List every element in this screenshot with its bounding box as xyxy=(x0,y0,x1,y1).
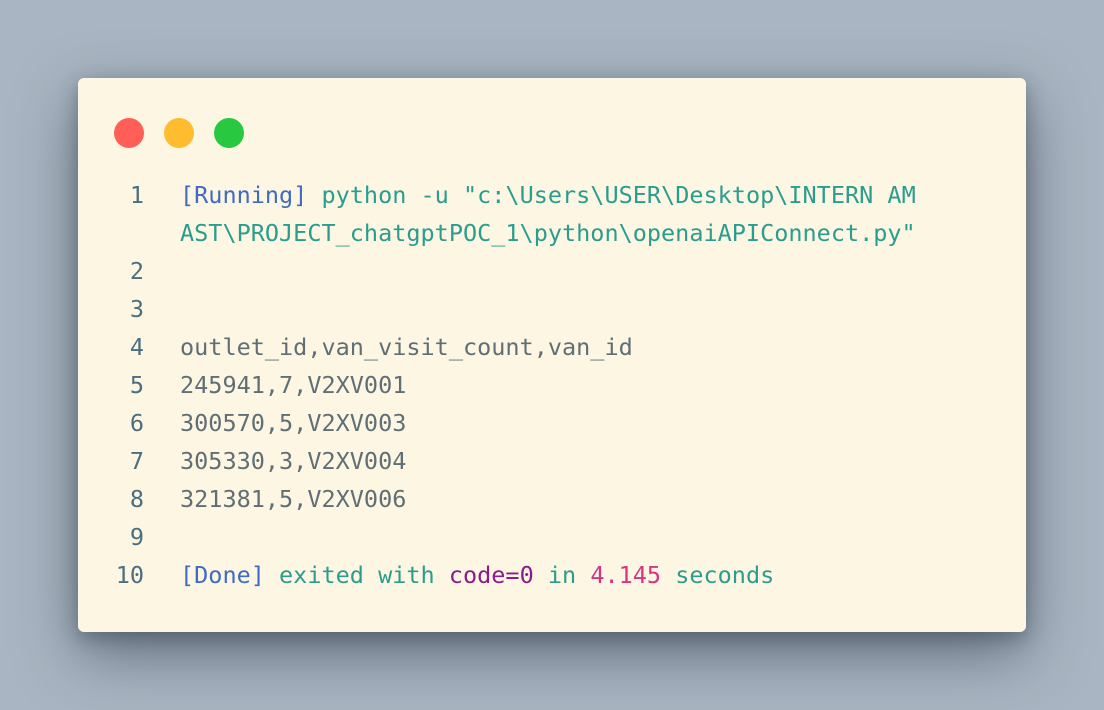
done-status: [Done] exited with code=0 in 4.145 secon… xyxy=(180,556,774,594)
output-line: 10 [Done] exited with code=0 in 4.145 se… xyxy=(78,556,1026,594)
run-command: [Running] python -u "c:\Users\USER\Deskt… xyxy=(180,176,916,252)
output-line: 6 300570,5,V2XV003 xyxy=(78,404,1026,442)
duration-value: 4.145 xyxy=(590,561,662,589)
output-line: 7 305330,3,V2XV004 xyxy=(78,442,1026,480)
output-line: 2 xyxy=(78,252,1026,290)
output-line: 8 321381,5,V2XV006 xyxy=(78,480,1026,518)
minimize-button[interactable] xyxy=(164,118,194,148)
csv-header: outlet_id,van_visit_count,van_id xyxy=(180,333,633,361)
line-number: 5 xyxy=(129,371,144,399)
output-line: 1 [Running] python -u "c:\Users\USER\Des… xyxy=(78,176,1026,252)
csv-row: 305330,3,V2XV004 xyxy=(180,447,407,475)
line-number: 2 xyxy=(129,257,144,285)
line-number: 9 xyxy=(129,523,144,551)
csv-row: 300570,5,V2XV003 xyxy=(180,409,407,437)
line-number: 1 xyxy=(129,181,144,209)
line-number: 6 xyxy=(129,409,144,437)
line-number: 7 xyxy=(129,447,144,475)
line-number: 10 xyxy=(115,561,144,589)
window-controls xyxy=(114,118,244,148)
seconds-text: seconds xyxy=(661,561,775,589)
in-text: in xyxy=(533,561,591,589)
output-line: 9 xyxy=(78,518,1026,556)
output-panel: 1 [Running] python -u "c:\Users\USER\Des… xyxy=(78,176,1026,594)
running-tag: [Running] xyxy=(180,181,308,209)
maximize-button[interactable] xyxy=(214,118,244,148)
terminal-window: 1 [Running] python -u "c:\Users\USER\Des… xyxy=(78,78,1026,632)
csv-row: 321381,5,V2XV006 xyxy=(180,485,407,513)
output-line: 5 245941,7,V2XV001 xyxy=(78,366,1026,404)
output-line: 3 xyxy=(78,290,1026,328)
exited-text: exited with xyxy=(264,561,449,589)
exit-code: code=0 xyxy=(448,561,534,589)
line-number: 8 xyxy=(129,485,144,513)
line-number: 4 xyxy=(129,333,144,361)
command-text-2: AST\PROJECT_chatgptPOC_1\python\openaiAP… xyxy=(180,219,916,247)
command-text-1: python -u "c:\Users\USER\Desktop\INTERN … xyxy=(307,181,916,209)
done-tag: [Done] xyxy=(180,561,265,589)
output-line: 4 outlet_id,van_visit_count,van_id xyxy=(78,328,1026,366)
csv-row: 245941,7,V2XV001 xyxy=(180,371,407,399)
close-button[interactable] xyxy=(114,118,144,148)
line-number: 3 xyxy=(129,295,144,323)
